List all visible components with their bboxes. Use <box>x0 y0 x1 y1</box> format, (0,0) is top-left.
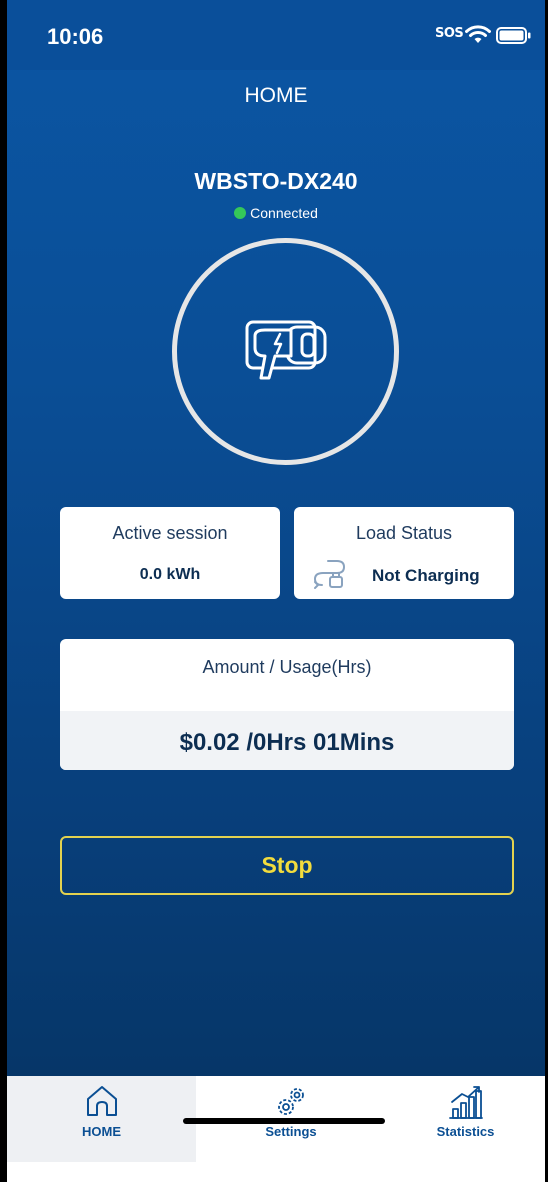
active-session-card: Active session 0.0 kWh <box>60 507 280 599</box>
tab-statistics[interactable]: Statistics <box>386 1076 545 1162</box>
ev-charger-plug-icon <box>245 320 327 380</box>
tab-settings-label: Settings <box>265 1124 317 1139</box>
page-title: HOME <box>244 84 308 107</box>
load-status-card: Load Status Not Charging <box>294 507 514 599</box>
active-session-value: 0.0 kWh <box>139 566 201 583</box>
amount-usage-label: Amount / Usage(Hrs) <box>202 657 372 677</box>
gears-icon <box>278 1088 304 1115</box>
home-indicator[interactable] <box>183 1118 385 1124</box>
bar-chart-icon <box>448 1086 483 1119</box>
connection-status-label: Connected <box>250 205 318 221</box>
main-screen: 10:06 SOS HOME WBSTO-DX240 Connected Act… <box>7 0 545 1076</box>
home-icon <box>86 1086 117 1116</box>
load-status-label: Load Status <box>355 523 453 543</box>
tab-bar: HOME Settings Statistics <box>7 1076 545 1182</box>
status-time: 10:06 <box>47 24 104 49</box>
tab-statistics-label: Statistics <box>436 1124 495 1139</box>
amount-usage-card: Amount / Usage(Hrs) $0.02 /0Hrs 01Mins <box>60 639 514 770</box>
sos-indicator: SOS <box>435 26 464 41</box>
tab-home-label: HOME <box>82 1124 121 1139</box>
cable-plug-icon <box>314 560 345 589</box>
amount-usage-value: $0.02 /0Hrs 01Mins <box>179 729 395 756</box>
wifi-icon <box>465 25 491 43</box>
phone-frame: 10:06 SOS HOME WBSTO-DX240 Connected Act… <box>0 0 548 1182</box>
tab-home[interactable]: HOME <box>7 1076 196 1162</box>
device-name: WBSTO-DX240 <box>194 168 358 194</box>
connection-indicator-dot <box>234 207 247 219</box>
connection-status: Connected <box>7 205 545 221</box>
load-status-value: Not Charging <box>372 566 480 585</box>
stop-button[interactable]: Stop <box>60 836 514 895</box>
active-session-label: Active session <box>112 523 228 543</box>
battery-icon <box>496 27 531 44</box>
status-bar: 10:06 SOS <box>7 0 545 70</box>
